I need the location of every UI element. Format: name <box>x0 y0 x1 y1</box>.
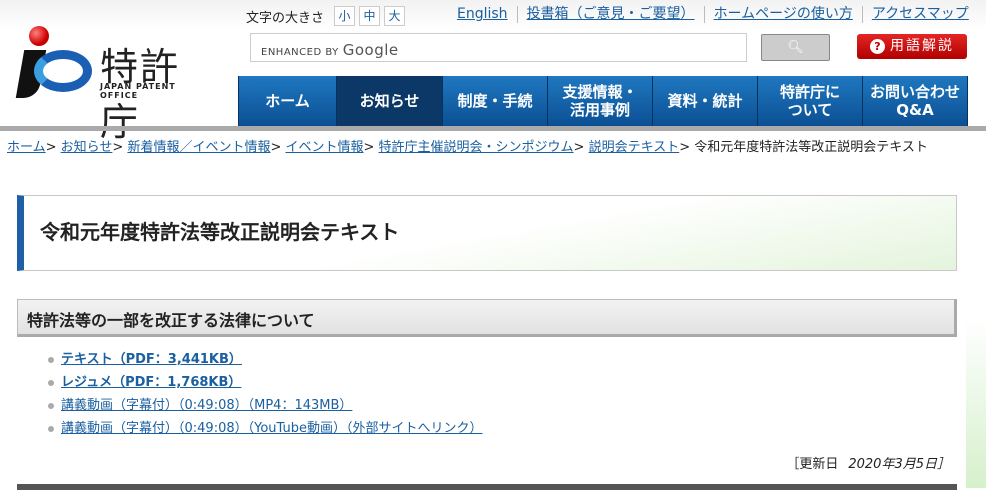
glossary-button[interactable]: ? 用語解説 <box>857 34 967 59</box>
video-youtube-link[interactable]: 講義動画（字幕付）（0:49:08）（YouTube動画）（外部サイトへリンク） <box>61 421 482 436</box>
search-button[interactable]: 🔍︎ <box>761 34 830 61</box>
main-nav: ホーム お知らせ 制度・手続 支援情報・活用事例 資料・統計 特許庁について お… <box>238 76 968 126</box>
updated-date: ［更新日 2020年3月5日］ <box>786 453 950 472</box>
video-mp4-link[interactable]: 講義動画（字幕付）（0:49:08）（MP4：143MB） <box>61 398 352 413</box>
logo-ring <box>34 50 92 92</box>
breadcrumb-texts[interactable]: 説明会テキスト <box>589 140 680 155</box>
nav-contact[interactable]: お問い合わせQ&A <box>863 76 968 126</box>
access-map-link[interactable]: アクセスマップ <box>861 6 978 23</box>
updated-label: ［更新日 <box>786 457 839 472</box>
nav-about[interactable]: 特許庁について <box>758 76 863 126</box>
nav-home[interactable]: ホーム <box>238 76 337 126</box>
updated-value: 2020年3月5日］ <box>848 457 950 472</box>
search-placeholder-prefix: ENHANCED BY <box>261 47 339 58</box>
top-links: English 投書箱（ご意見・ご要望） ホームページの使い方 アクセスマップ <box>457 6 978 23</box>
document-list: テキスト（PDF：3,441KB） レジュメ（PDF：1,768KB） 講義動画… <box>48 350 482 442</box>
jpo-logo[interactable]: 特許庁 JAPAN PATENT OFFICE <box>15 22 216 144</box>
breadcrumb: ホーム> お知らせ> 新着情報／イベント情報> イベント情報> 特許庁主催説明会… <box>7 140 928 155</box>
how-to-use-link[interactable]: ホームページの使い方 <box>703 6 862 23</box>
nav-support[interactable]: 支援情報・活用事例 <box>548 76 653 126</box>
font-size-large-button[interactable]: 大 <box>384 6 406 26</box>
side-decoration <box>966 318 986 488</box>
font-size-small-button[interactable]: 小 <box>334 6 356 26</box>
english-link[interactable]: English <box>457 6 517 23</box>
logo-english: JAPAN PATENT OFFICE <box>100 82 176 100</box>
font-size-label: 文字の大きさ <box>246 10 325 26</box>
search-placeholder-brand: Google <box>342 41 399 59</box>
search-icon: 🔍︎ <box>787 40 804 55</box>
page-title: 令和元年度特許法等改正説明会テキスト <box>17 195 957 271</box>
nav-news[interactable]: お知らせ <box>337 76 443 126</box>
header-divider <box>0 126 986 131</box>
feedback-link[interactable]: 投書箱（ご意見・ご要望） <box>516 6 704 23</box>
breadcrumb-seminars[interactable]: 特許庁主催説明会・シンポジウム <box>379 140 574 155</box>
search-input[interactable]: ENHANCED BY Google <box>250 33 747 62</box>
list-item: 講義動画（字幕付）（0:49:08）（YouTube動画）（外部サイトへリンク） <box>48 419 482 442</box>
glossary-label: 用語解説 <box>890 38 954 54</box>
font-size-medium-button[interactable]: 中 <box>359 6 381 26</box>
nav-systems[interactable]: 制度・手続 <box>443 76 548 126</box>
section-title: 特許法等の一部を改正する法律について <box>17 299 957 337</box>
breadcrumb-whats-new[interactable]: 新着情報／イベント情報 <box>127 140 270 155</box>
question-icon: ? <box>870 39 885 54</box>
breadcrumb-home[interactable]: ホーム <box>7 140 46 155</box>
list-item: 講義動画（字幕付）（0:49:08）（MP4：143MB） <box>48 396 482 419</box>
font-size-control: 文字の大きさ 小 中 大 <box>246 6 406 26</box>
breadcrumb-news[interactable]: お知らせ <box>61 140 113 155</box>
nav-statistics[interactable]: 資料・統計 <box>653 76 758 126</box>
list-item: テキスト（PDF：3,441KB） <box>48 350 482 373</box>
header: 特許庁 JAPAN PATENT OFFICE 文字の大きさ 小 中 大 Eng… <box>0 0 986 144</box>
logo-red-ball <box>29 26 49 46</box>
text-pdf-link[interactable]: テキスト（PDF：3,441KB） <box>61 352 242 367</box>
resume-pdf-link[interactable]: レジュメ（PDF：1,768KB） <box>61 375 241 390</box>
list-item: レジュメ（PDF：1,768KB） <box>48 373 482 396</box>
breadcrumb-events[interactable]: イベント情報 <box>285 140 363 155</box>
footer-bar <box>17 484 957 490</box>
breadcrumb-current: 令和元年度特許法等改正説明会テキスト <box>694 140 928 155</box>
